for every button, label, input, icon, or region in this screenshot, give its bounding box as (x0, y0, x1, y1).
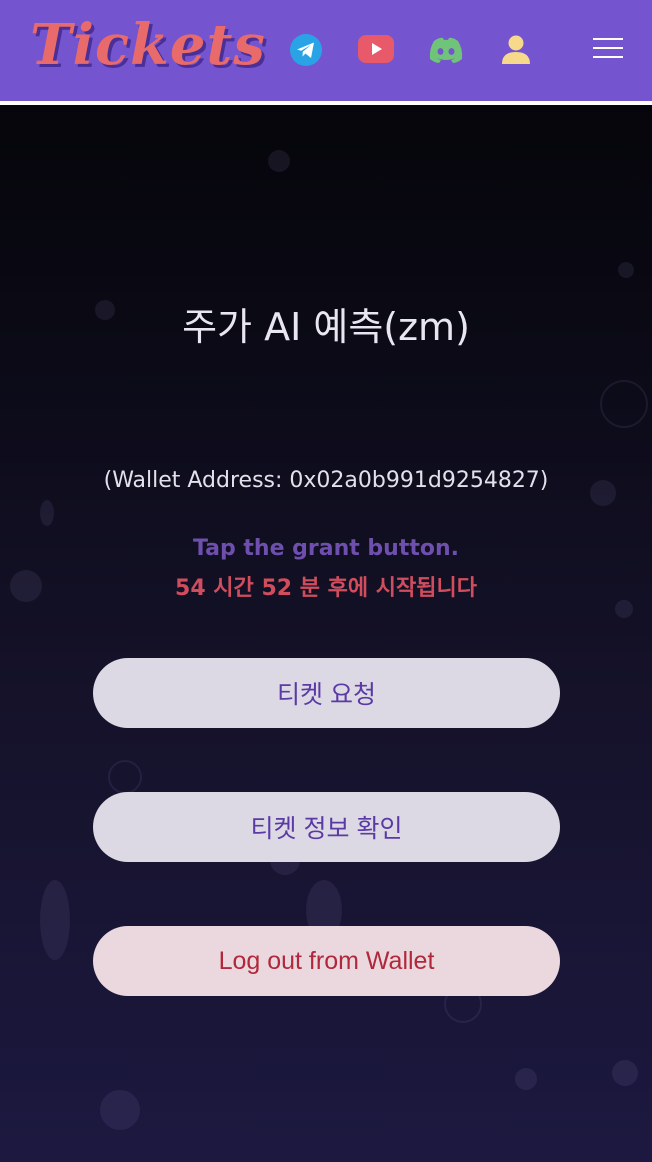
youtube-icon[interactable] (358, 35, 394, 63)
ticket-info-button[interactable]: 티켓 정보 확인 (93, 792, 560, 862)
logout-wallet-button[interactable]: Log out from Wallet (93, 926, 560, 996)
page-title: 주가 AI 예측(zm) (182, 305, 470, 349)
logo[interactable]: Tickets (30, 12, 266, 78)
telegram-icon[interactable] (289, 33, 323, 67)
countdown-text: 54 시간 52 분 후에 시작됩니다 (175, 576, 477, 601)
request-ticket-button[interactable]: 티켓 요청 (93, 658, 560, 728)
user-icon[interactable] (500, 33, 532, 65)
grant-hint: Tap the grant button. (192, 536, 460, 561)
hamburger-menu-icon[interactable] (593, 36, 623, 60)
wallet-address: (Wallet Address: 0x02a0b991d9254827) (103, 468, 549, 493)
discord-icon[interactable] (428, 36, 464, 64)
top-nav-bar: Tickets (0, 0, 652, 105)
